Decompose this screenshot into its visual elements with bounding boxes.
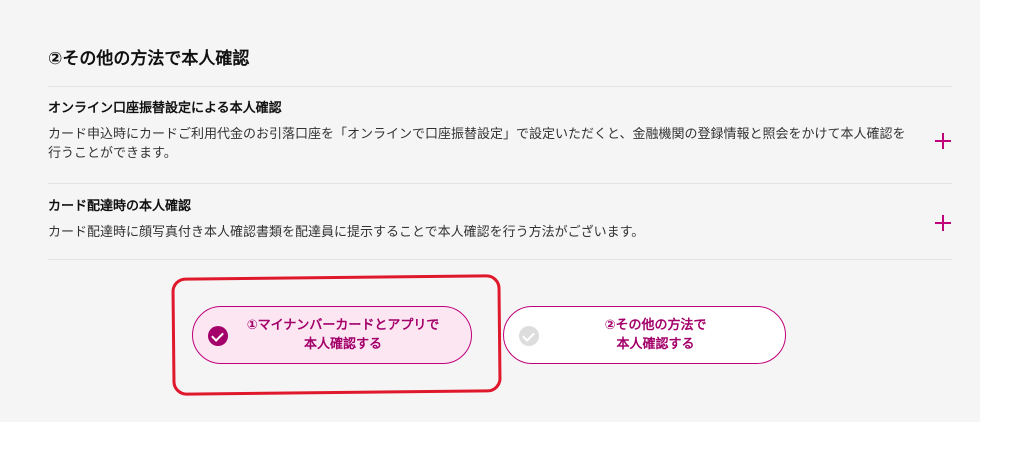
- plus-icon[interactable]: [934, 132, 952, 150]
- content-panel: ②その他の方法で本人確認 オンライン口座振替設定による本人確認 カード申込時にカ…: [0, 0, 980, 422]
- option-button-label: ②その他の方法で 本人確認する: [504, 316, 785, 354]
- accordion-item-delivery[interactable]: カード配達時の本人確認 カード配達時に顔写真付き本人確認書類を配達員に提示するこ…: [48, 198, 952, 242]
- option-button-label-line1: ②その他の方法で: [604, 318, 707, 333]
- option-button-label-line2: 本人確認する: [303, 337, 382, 352]
- option-button-mynumber[interactable]: ①マイナンバーカードとアプリで 本人確認する: [192, 306, 472, 364]
- accordion-item-body: カード配達時に顔写真付き本人確認書類を配達員に提示することで本人確認を行う方法が…: [48, 225, 645, 240]
- check-circle-icon: [208, 326, 228, 346]
- accordion-item-online-transfer[interactable]: オンライン口座振替設定による本人確認 カード申込時にカードご利用代金のお引落口座…: [48, 100, 952, 163]
- divider: [48, 86, 952, 87]
- divider: [48, 183, 952, 184]
- option-button-label-line2: 本人確認する: [616, 337, 695, 352]
- section-title: ②その他の方法で本人確認: [48, 49, 250, 69]
- option-button-other-method[interactable]: ②その他の方法で 本人確認する: [503, 306, 786, 364]
- option-button-label-line1: ①マイナンバーカードとアプリで: [246, 318, 440, 333]
- check-circle-icon: [519, 326, 539, 346]
- option-button-label: ①マイナンバーカードとアプリで 本人確認する: [193, 316, 471, 354]
- accordion-item-title: カード配達時の本人確認: [48, 199, 192, 214]
- divider: [48, 259, 952, 260]
- plus-icon[interactable]: [934, 214, 952, 232]
- accordion-item-body: カード申込時にカードご利用代金のお引落口座を「オンラインで口座振替設定」で設定い…: [48, 127, 906, 161]
- accordion-item-title: オンライン口座振替設定による本人確認: [48, 101, 282, 116]
